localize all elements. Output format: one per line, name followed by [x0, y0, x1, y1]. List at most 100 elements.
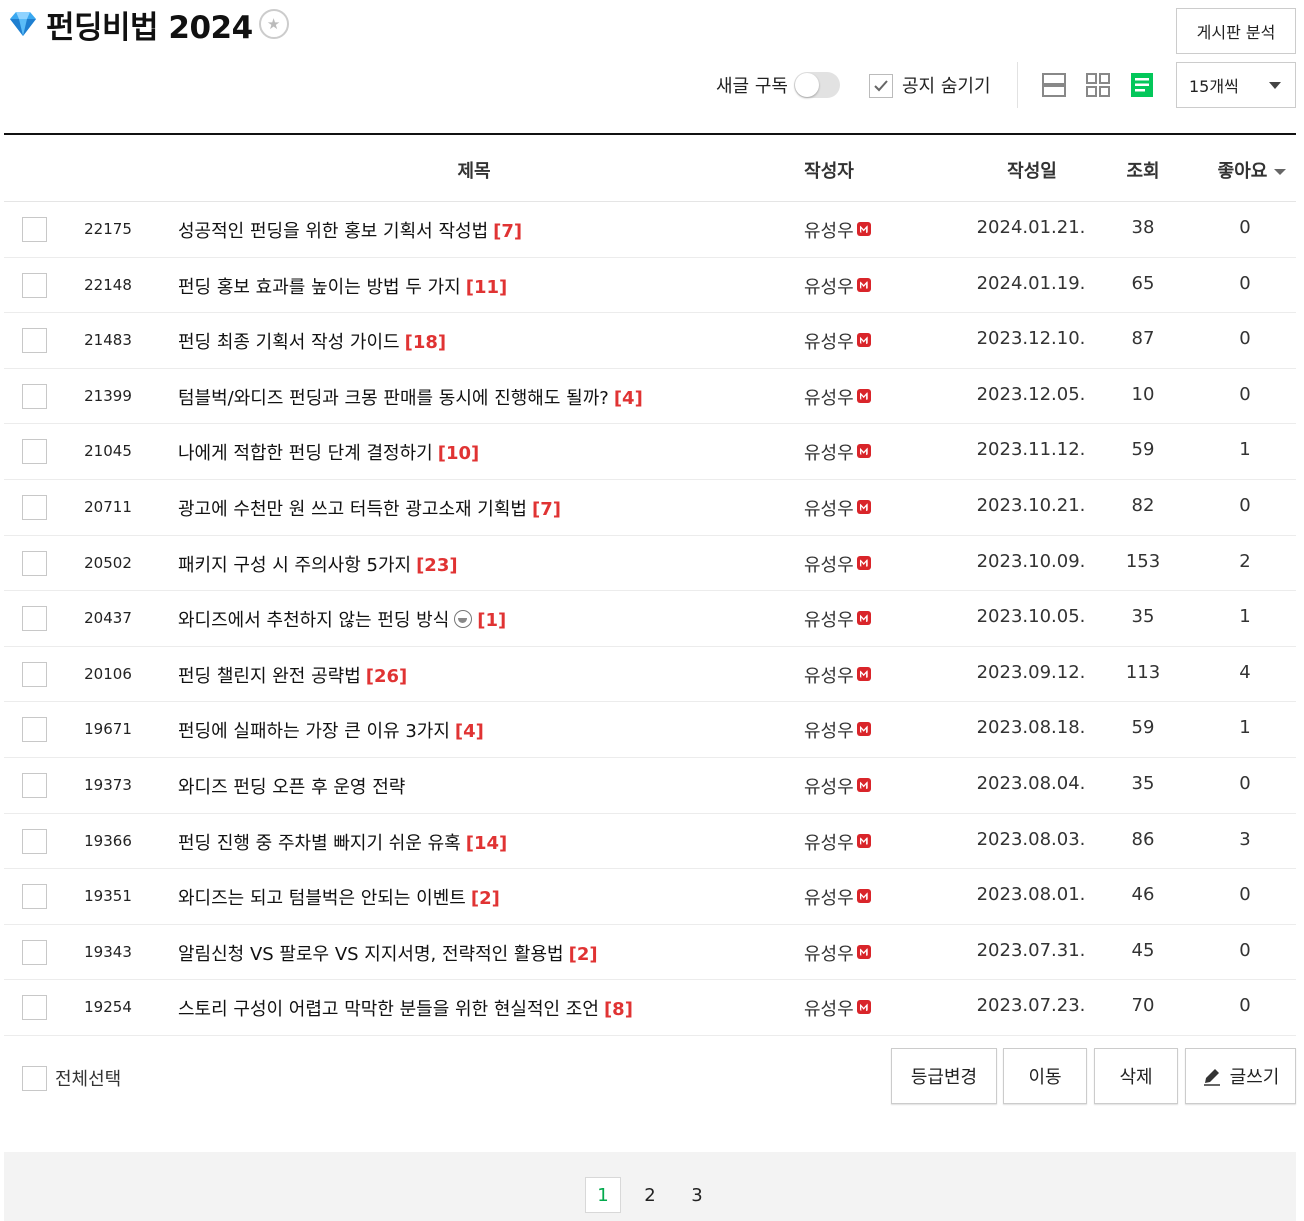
author-name[interactable]: 유성우 [804, 388, 854, 409]
post-title-link[interactable]: 패키지 구성 시 주의사항 5가지 [178, 555, 411, 576]
author-name[interactable]: 유성우 [804, 443, 854, 464]
post-author[interactable]: 유성우 [804, 384, 871, 410]
post-author[interactable]: 유성우 [804, 606, 871, 632]
post-author[interactable]: 유성우 [804, 273, 871, 299]
row-checkbox[interactable] [22, 550, 47, 576]
row-checkbox[interactable] [22, 772, 47, 798]
page-1[interactable]: 1 [585, 1177, 621, 1213]
author-name[interactable]: 유성우 [804, 999, 854, 1020]
row-checkbox[interactable] [22, 217, 47, 242]
post-subject[interactable]: 스토리 구성이 어렵고 막막한 분들을 위한 현실적인 조언 [8] [178, 995, 633, 1021]
author-name[interactable]: 유성우 [804, 610, 854, 631]
post-author[interactable]: 유성우 [804, 773, 871, 799]
hide-notice-checkbox[interactable] [869, 74, 893, 98]
post-subject[interactable]: 텀블벅/와디즈 펀딩과 크몽 판매를 동시에 진행해도 될까? [4] [178, 384, 643, 410]
author-name[interactable]: 유성우 [804, 777, 854, 798]
author-name[interactable]: 유성우 [804, 833, 854, 854]
board-analysis-button[interactable]: 게시판 분석 [1176, 8, 1296, 54]
card-view-icon[interactable] [1041, 72, 1067, 98]
post-title-link[interactable]: 와디즈에서 추천하지 않는 펀딩 방식 [178, 610, 449, 631]
post-author[interactable]: 유성우 [804, 662, 871, 688]
post-author[interactable]: 유성우 [804, 884, 871, 910]
post-title-link[interactable]: 광고에 수천만 원 쓰고 터득한 광고소재 기획법 [178, 499, 527, 520]
author-name[interactable]: 유성우 [804, 666, 854, 687]
row-checkbox[interactable] [22, 717, 47, 743]
post-author[interactable]: 유성우 [804, 717, 871, 743]
post-subject[interactable]: 펀딩 홍보 효과를 높이는 방법 두 가지 [11] [178, 273, 507, 299]
post-title-link[interactable]: 알림신청 VS 팔로우 VS 지지서명, 전략적인 활용법 [178, 944, 564, 965]
post-subject[interactable]: 펀딩 챌린지 완전 공략법 [26] [178, 662, 407, 688]
post-subject[interactable]: 와디즈 펀딩 오픈 후 운영 전략 [178, 773, 405, 799]
post-author[interactable]: 유성우 [804, 829, 871, 855]
row-checkbox[interactable] [22, 606, 47, 632]
post-author[interactable]: 유성우 [804, 439, 871, 465]
row-checkbox[interactable] [22, 995, 47, 1021]
move-button[interactable]: 이동 [1003, 1048, 1087, 1104]
row-checkbox[interactable] [22, 494, 47, 520]
post-title-link[interactable]: 와디즈는 되고 텀블벅은 안되는 이벤트 [178, 888, 466, 909]
post-title-link[interactable]: 펀딩에 실패하는 가장 큰 이유 3가지 [178, 721, 450, 742]
row-checkbox[interactable] [22, 661, 47, 687]
comment-count[interactable]: [1] [477, 610, 506, 631]
post-subject[interactable]: 알림신청 VS 팔로우 VS 지지서명, 전략적인 활용법 [2] [178, 940, 598, 966]
post-title-link[interactable]: 펀딩 홍보 효과를 높이는 방법 두 가지 [178, 277, 461, 298]
comment-count[interactable]: [4] [614, 388, 643, 409]
author-name[interactable]: 유성우 [804, 555, 854, 576]
author-name[interactable]: 유성우 [804, 277, 854, 298]
comment-count[interactable]: [2] [471, 888, 500, 909]
comment-count[interactable]: [2] [569, 944, 598, 965]
post-author[interactable]: 유성우 [804, 940, 871, 966]
comment-count[interactable]: [14] [466, 833, 508, 854]
post-author[interactable]: 유성우 [804, 495, 871, 521]
column-likes-sort[interactable]: 좋아요 [1212, 157, 1292, 183]
post-title-link[interactable]: 펀딩 최종 기획서 작성 가이드 [178, 332, 400, 353]
write-button[interactable]: 글쓰기 [1185, 1048, 1296, 1104]
author-name[interactable]: 유성우 [804, 888, 854, 909]
row-checkbox[interactable] [22, 939, 47, 965]
page-2[interactable]: 2 [632, 1177, 668, 1213]
post-title-link[interactable]: 나에게 적합한 펀딩 단계 결정하기 [178, 443, 433, 464]
comment-count[interactable]: [7] [493, 221, 522, 242]
post-subject[interactable]: 펀딩에 실패하는 가장 큰 이유 3가지 [4] [178, 717, 484, 743]
comment-count[interactable]: [10] [438, 443, 480, 464]
row-checkbox[interactable] [22, 383, 47, 409]
select-all-checkbox[interactable] [22, 1066, 47, 1091]
per-page-select[interactable]: 15개씩 [1176, 62, 1296, 108]
author-name[interactable]: 유성우 [804, 499, 854, 520]
author-name[interactable]: 유성우 [804, 332, 854, 353]
post-author[interactable]: 유성우 [804, 995, 871, 1021]
delete-button[interactable]: 삭제 [1094, 1048, 1178, 1104]
list-view-icon[interactable] [1129, 72, 1155, 98]
comment-count[interactable]: [4] [455, 721, 484, 742]
album-view-icon[interactable] [1085, 72, 1111, 98]
post-title-link[interactable]: 와디즈 펀딩 오픈 후 운영 전략 [178, 777, 405, 798]
row-checkbox[interactable] [22, 439, 47, 465]
post-subject[interactable]: 와디즈에서 추천하지 않는 펀딩 방식 [1] [178, 606, 506, 632]
row-checkbox[interactable] [22, 828, 47, 854]
comment-count[interactable]: [11] [466, 277, 508, 298]
comment-count[interactable]: [26] [366, 666, 408, 687]
comment-count[interactable]: [18] [405, 332, 447, 353]
post-title-link[interactable]: 성공적인 펀딩을 위한 홍보 기획서 작성법 [178, 221, 488, 242]
post-author[interactable]: 유성우 [804, 217, 871, 243]
post-author[interactable]: 유성우 [804, 551, 871, 577]
favorite-star-icon[interactable]: ★ [258, 9, 289, 39]
author-name[interactable]: 유성우 [804, 944, 854, 965]
post-subject[interactable]: 와디즈는 되고 텀블벅은 안되는 이벤트 [2] [178, 884, 500, 910]
post-title-link[interactable]: 텀블벅/와디즈 펀딩과 크몽 판매를 동시에 진행해도 될까? [178, 388, 609, 409]
comment-count[interactable]: [23] [416, 555, 458, 576]
post-subject[interactable]: 펀딩 최종 기획서 작성 가이드 [18] [178, 328, 446, 354]
post-subject[interactable]: 광고에 수천만 원 쓰고 터득한 광고소재 기획법 [7] [178, 495, 561, 521]
post-author[interactable]: 유성우 [804, 328, 871, 354]
post-subject[interactable]: 패키지 구성 시 주의사항 5가지 [23] [178, 551, 458, 577]
post-subject[interactable]: 펀딩 진행 중 주차별 빠지기 쉬운 유혹 [14] [178, 829, 507, 855]
row-checkbox[interactable] [22, 328, 47, 354]
author-name[interactable]: 유성우 [804, 721, 854, 742]
change-grade-button[interactable]: 등급변경 [891, 1048, 997, 1104]
author-name[interactable]: 유성우 [804, 221, 854, 242]
row-checkbox[interactable] [22, 272, 47, 298]
comment-count[interactable]: [7] [532, 499, 561, 520]
post-title-link[interactable]: 펀딩 챌린지 완전 공략법 [178, 666, 361, 687]
page-3[interactable]: 3 [679, 1177, 715, 1213]
post-subject[interactable]: 성공적인 펀딩을 위한 홍보 기획서 작성법 [7] [178, 217, 522, 243]
